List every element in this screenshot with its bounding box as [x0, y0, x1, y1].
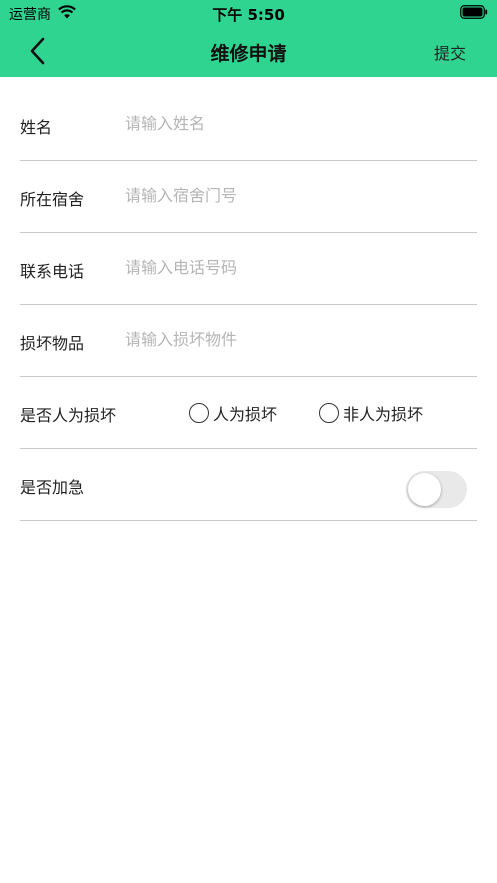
item-row: 损坏物品: [20, 305, 477, 377]
name-label: 姓名: [20, 118, 53, 137]
phone-input[interactable]: [125, 255, 465, 279]
battery-icon: [460, 5, 488, 19]
urgent-label: 是否加急: [20, 478, 85, 497]
phone-label: 联系电话: [20, 262, 85, 281]
status-bar: 运营商 下午 5:50: [0, 0, 497, 26]
dorm-input[interactable]: [125, 183, 465, 207]
urgent-row: 是否加急: [20, 449, 477, 521]
radio-circle-icon: [319, 403, 339, 423]
radio-non-human-damage-label: 非人为损坏: [343, 405, 424, 424]
toggle-knob: [408, 473, 441, 506]
damage-cause-label: 是否人为损坏: [20, 406, 117, 425]
header: 运营商 下午 5:50 维修申请 提交: [0, 0, 497, 77]
damage-cause-row: 是否人为损坏 人为损坏 非人为损坏: [20, 377, 477, 449]
dorm-row: 所在宿舍: [20, 161, 477, 233]
radio-human-damage-label: 人为损坏: [213, 405, 278, 424]
item-input[interactable]: [125, 327, 465, 351]
radio-circle-icon: [189, 403, 209, 423]
repair-form: 姓名 所在宿舍 联系电话 损坏物品 是否人为损坏 人为损坏 非人为损坏 是否加急: [0, 89, 497, 521]
item-label: 损坏物品: [20, 334, 85, 353]
nav-bar: 维修申请 提交: [0, 26, 497, 77]
urgent-toggle[interactable]: [406, 471, 467, 508]
page-title: 维修申请: [210, 43, 287, 65]
radio-non-human-damage[interactable]: 非人为损坏: [319, 401, 423, 425]
name-row: 姓名: [20, 89, 477, 161]
submit-button[interactable]: 提交: [434, 40, 466, 64]
phone-row: 联系电话: [20, 233, 477, 305]
radio-human-damage[interactable]: 人为损坏: [189, 401, 277, 425]
dorm-label: 所在宿舍: [20, 190, 85, 209]
name-input[interactable]: [125, 111, 465, 135]
status-time: 下午 5:50: [212, 6, 285, 24]
